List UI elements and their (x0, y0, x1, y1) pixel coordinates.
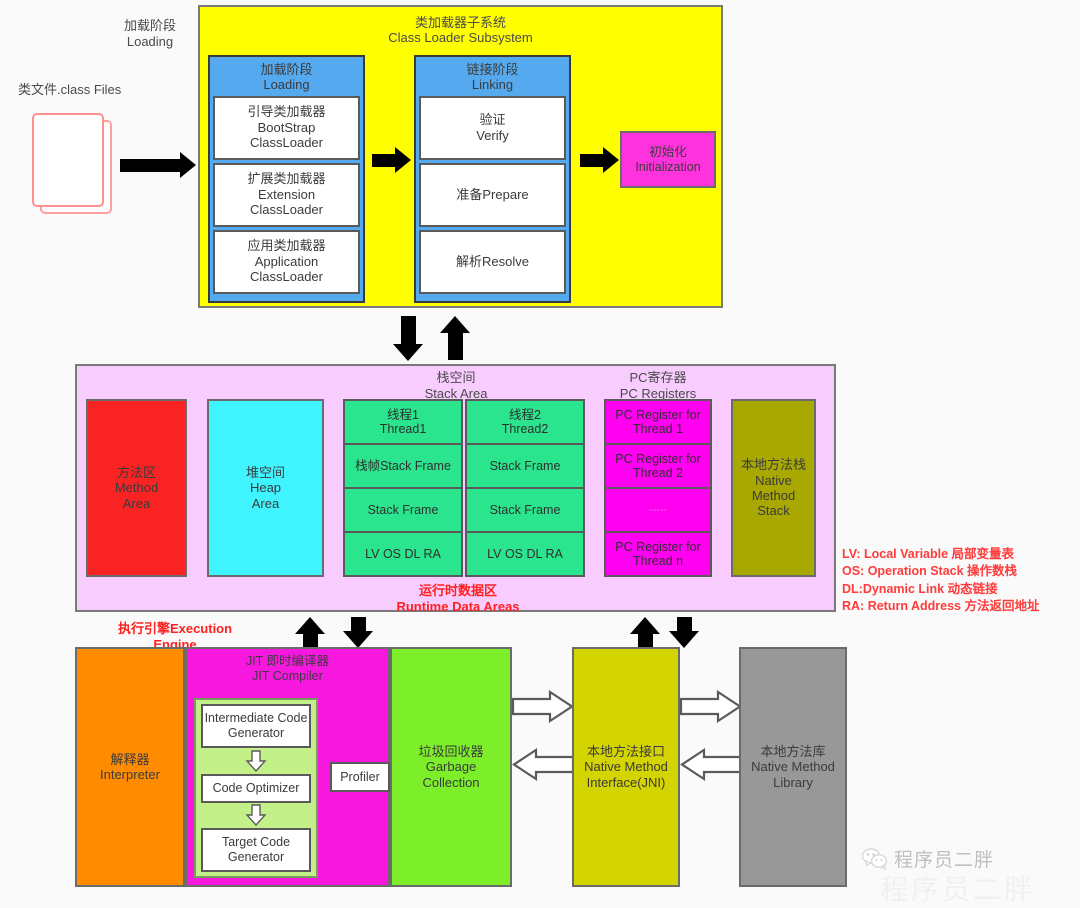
thread1-frame-3: LV OS DL RA (345, 533, 461, 575)
bootstrap-classloader-box: 引导类加载器 BootStrap ClassLoader (213, 95, 360, 160)
target-code-generator-box: Target Code Generator (201, 828, 311, 872)
prepare-box: 准备Prepare (419, 162, 566, 227)
extension-classloader-box: 扩展类加载器 Extension ClassLoader (213, 162, 360, 227)
pc-register-thread1: PC Register for Thread 1 (606, 401, 710, 445)
native-method-library-box: 本地方法库 Native Method Library (739, 647, 847, 887)
profiler-box: Profiler (330, 762, 390, 792)
wechat-icon (862, 847, 888, 870)
interpreter-box: 解释器 Interpreter (75, 647, 185, 887)
down-arrow-icon-2 (245, 804, 267, 827)
pc-register-thread2: PC Register for Thread 2 (606, 445, 710, 489)
thread2-stack-column: 线程2 Thread2 Stack Frame Stack Frame LV O… (465, 399, 585, 577)
thread2-frame-2: Stack Frame (467, 489, 583, 533)
heap-area-box: 堆空间 Heap Area (207, 399, 324, 577)
verify-box: 验证 Verify (419, 95, 566, 160)
thread2-frame-3: LV OS DL RA (467, 533, 583, 575)
thread1-frame-1: 栈帧Stack Frame (345, 445, 461, 489)
pc-register-ellipsis: ----- (606, 489, 710, 533)
watermark-ghost-text: 程序员二胖 (880, 875, 1036, 906)
legend-dl: DL:Dynamic Link 动态链接 (842, 581, 998, 596)
jit-pipeline-group: Intermediate Code Generator Code Optimiz… (194, 698, 318, 878)
class-files-label: 类文件.class Files (18, 82, 122, 97)
application-classloader-box: 应用类加载器 Application ClassLoader (213, 229, 360, 294)
hollow-arrow-library-to-jni (680, 748, 742, 782)
resolve-box: 解析Resolve (419, 229, 566, 294)
jit-compiler-title: JIT 即时编译器 JIT Compiler (245, 654, 330, 683)
code-optimizer-box: Code Optimizer (201, 773, 311, 803)
stack-area-label: 栈空间 Stack Area (424, 370, 488, 401)
hollow-arrow-gc-to-jni (512, 690, 574, 724)
abbreviation-legend: LV: Local Variable 局部变量表 OS: Operation S… (842, 546, 1039, 615)
thread1-header: 线程1 Thread1 (345, 401, 461, 445)
thread2-frame-1: Stack Frame (467, 445, 583, 489)
class-file-icon-front (32, 113, 104, 207)
legend-lv: LV: Local Variable 局部变量表 (842, 547, 1015, 561)
native-method-interface-box: 本地方法接口 Native Method Interface(JNI) (572, 647, 680, 887)
linking-phase-group: 链接阶段 Linking 验证 Verify 准备Prepare 解析Resol… (414, 55, 571, 303)
loading-phase-group: 加载阶段 Loading 引导类加载器 BootStrap ClassLoade… (208, 55, 365, 303)
loading-stage-label: 加载阶段 Loading (123, 18, 176, 49)
runtime-data-areas-caption: 运行时数据区 Runtime Data Areas (396, 583, 520, 614)
legend-os: OS: Operation Stack 操作数栈 (842, 564, 1018, 579)
legend-ra: RA: Return Address 方法返回地址 (842, 598, 1040, 613)
loading-phase-title: 加载阶段 Loading (260, 62, 313, 93)
pc-registers-label: PC寄存器 PC Registers (619, 370, 697, 401)
linking-phase-title: 链接阶段 Linking (466, 62, 519, 93)
initialization-box: 初始化 Initialization (620, 131, 716, 188)
class-loader-subsystem-title: 类加载器子系统 Class Loader Subsystem (388, 15, 533, 46)
pc-register-threadn: PC Register for Thread n (615, 539, 701, 568)
hollow-arrow-jni-to-library (680, 690, 742, 724)
pc-registers-column: PC Register for Thread 1 PC Register for… (604, 399, 712, 577)
down-arrow-icon-1 (245, 750, 267, 772)
thread1-stack-column: 线程1 Thread1 栈帧Stack Frame Stack Frame LV… (343, 399, 463, 577)
garbage-collection-box: 垃圾回收器 Garbage Collection (390, 647, 512, 887)
method-area-box: 方法区 Method Area (86, 399, 187, 577)
thread2-header: 线程2 Thread2 (467, 401, 583, 445)
hollow-arrow-jni-to-gc (512, 748, 574, 782)
intermediate-code-generator-box: Intermediate Code Generator (201, 704, 311, 748)
native-method-stack-box: 本地方法栈 Native Method Stack (731, 399, 816, 577)
diagram-canvas: 加载阶段 Loading 类文件.class Files 类加载器子系统 Cla… (0, 0, 1080, 906)
thread1-frame-2: Stack Frame (345, 489, 461, 533)
